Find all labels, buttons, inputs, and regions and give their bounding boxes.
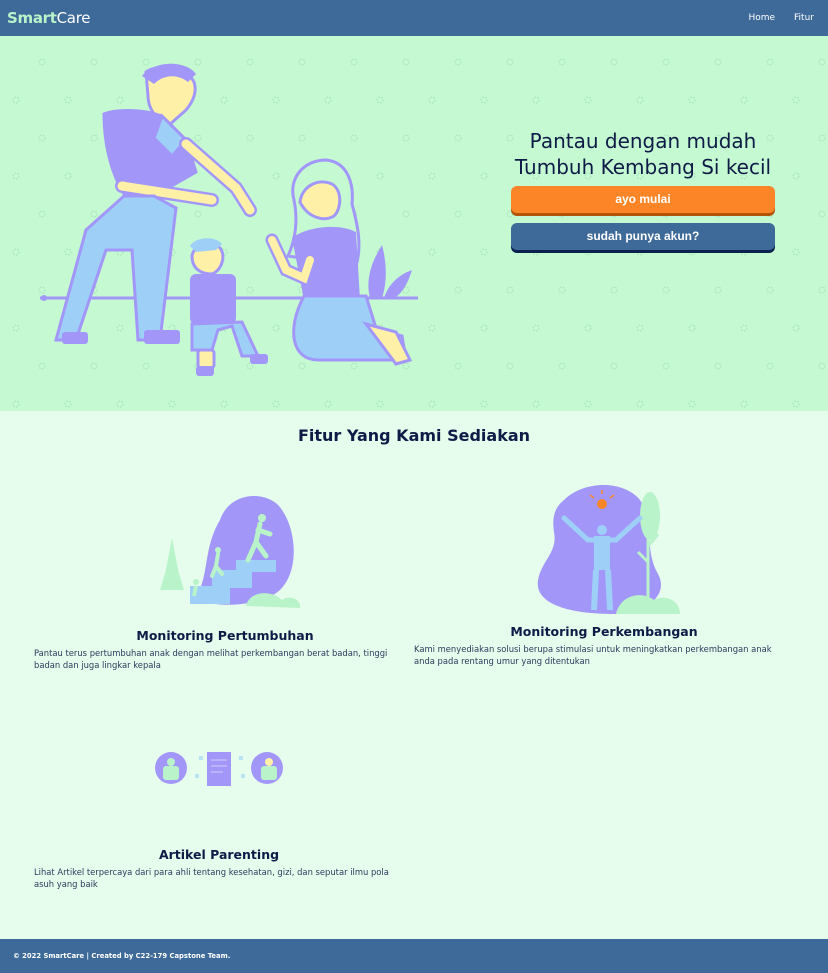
feature-development-desc: Kami menyediakan solusi berupa stimulasi… [414, 644, 772, 666]
family-illustration [40, 63, 418, 376]
feature-articles-desc: Lihat Artikel terpercaya dari para ahli … [34, 867, 389, 889]
login-button[interactable]: sudah punya akun? [511, 223, 775, 250]
brand-care: Care [56, 9, 91, 27]
navbar: SmartCare Home Fitur [0, 0, 828, 36]
nav-home-link[interactable]: Home [748, 13, 775, 23]
brand-logo[interactable]: SmartCare [7, 9, 90, 27]
footer-text: © 2022 SmartCare | Created by C22-179 Ca… [13, 952, 231, 960]
growth-illustration [160, 496, 300, 608]
development-illustration [537, 485, 680, 614]
feature-growth-desc: Pantau terus pertumbuhan anak dengan mel… [34, 648, 388, 670]
nav-fitur-link[interactable]: Fitur [794, 13, 814, 23]
feature-development-name: Monitoring Perkembangan [510, 624, 698, 639]
feature-card-growth: Monitoring Pertumbuhan Pantau terus pert… [34, 490, 416, 671]
hero-section: Pantau dengan mudah Tumbuh Kembang Si ke… [0, 36, 828, 411]
nav-links: Home Fitur [748, 13, 814, 23]
hero-title: Pantau dengan mudah Tumbuh Kembang Si ke… [514, 129, 772, 179]
feature-growth-name: Monitoring Pertumbuhan [136, 628, 314, 643]
start-button[interactable]: ayo mulai [511, 186, 775, 213]
feature-card-articles: Artikel Parenting Lihat Artikel terperca… [34, 748, 404, 890]
features-title: Fitur Yang Kami Sediakan [297, 426, 531, 445]
hero-text-block: Pantau dengan mudah Tumbuh Kembang Si ke… [511, 128, 775, 250]
articles-illustration [155, 752, 283, 786]
feature-articles-name: Artikel Parenting [158, 847, 280, 862]
feature-card-development: Monitoring Perkembangan Kami menyediakan… [414, 480, 794, 667]
footer: © 2022 SmartCare | Created by C22-179 Ca… [0, 939, 828, 973]
brand-smart: Smart [7, 9, 57, 27]
